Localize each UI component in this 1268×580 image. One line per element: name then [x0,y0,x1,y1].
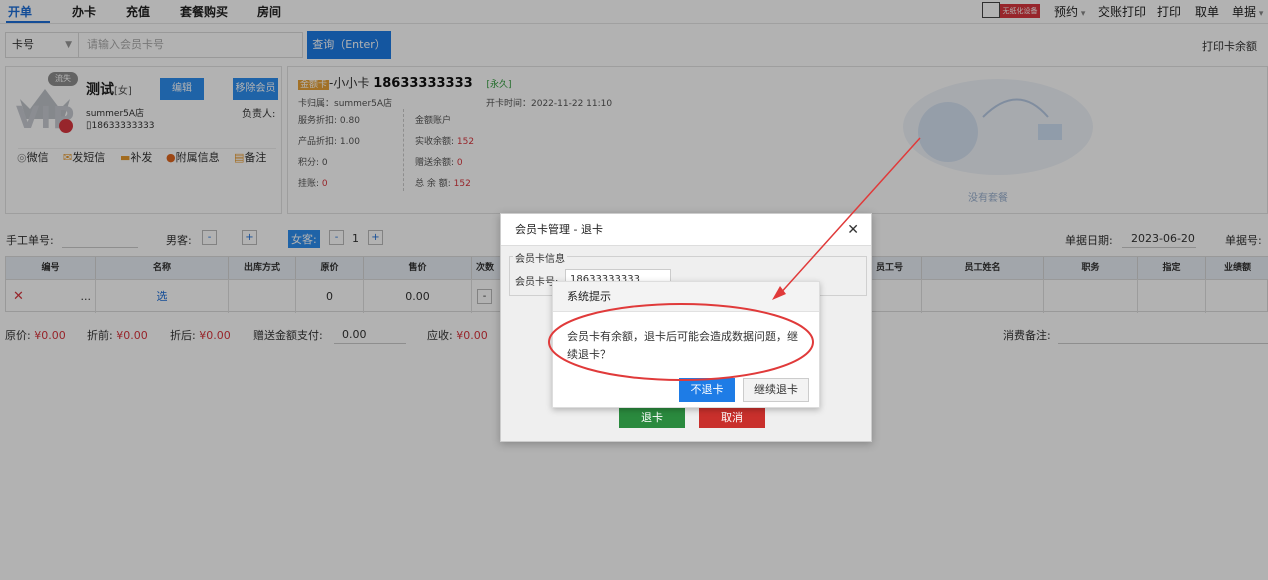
annotation-overlay [548,137,921,381]
annotation-ellipse [548,303,814,381]
annotation-arrowhead [772,286,786,300]
annotation-arrow [777,137,921,297]
